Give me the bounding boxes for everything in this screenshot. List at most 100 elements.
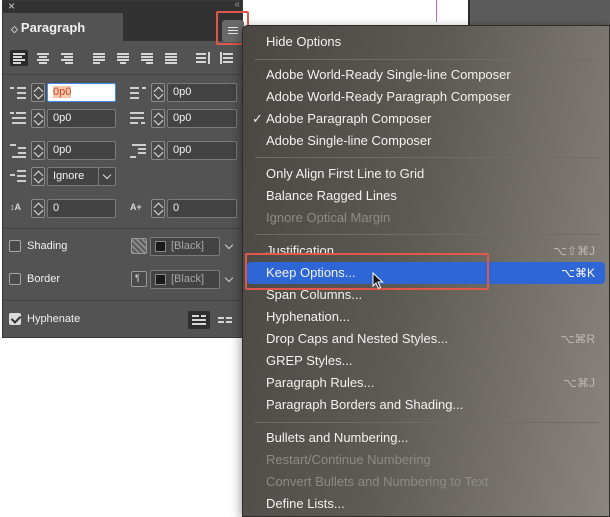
shading-color-select[interactable]: [Black] — [150, 237, 220, 256]
drop-cap-chars-stepper[interactable] — [151, 199, 165, 218]
tab-label: Paragraph — [20, 20, 86, 35]
menu-item-shortcut: ⌥⌘R — [560, 332, 596, 346]
chevron-down-icon[interactable] — [224, 242, 234, 252]
divider — [3, 300, 242, 301]
menu-item-bullets-numbering[interactable]: Bullets and Numbering... — [243, 427, 609, 449]
black-swatch — [155, 274, 166, 285]
mouse-pointer-icon — [372, 272, 384, 290]
left-indent-value: 0p0 — [53, 86, 72, 98]
align-center-icon[interactable] — [34, 50, 52, 66]
menu-item-label: Adobe Paragraph Composer — [266, 111, 432, 126]
space-after-icon — [130, 142, 148, 160]
space-before-stepper[interactable] — [31, 141, 45, 160]
border-color-select[interactable]: [Black] — [150, 270, 220, 289]
align-to-grid-stepper[interactable] — [31, 167, 45, 186]
tab-paragraph[interactable]: ◇ Paragraph — [3, 13, 123, 41]
menu-item-label: GREP Styles... — [266, 353, 353, 368]
drop-cap-lines-field[interactable]: 0 — [47, 199, 116, 218]
left-indent-stepper[interactable] — [31, 83, 45, 102]
menu-item-borders-shading[interactable]: Paragraph Borders and Shading... — [243, 394, 609, 416]
first-line-indent-icon — [10, 110, 28, 128]
shading-label: Shading — [27, 240, 68, 252]
border-checkbox[interactable] — [9, 273, 21, 285]
divider — [3, 74, 242, 75]
black-swatch — [155, 241, 166, 252]
menu-item-balance-ragged-lines[interactable]: Balance Ragged Lines — [243, 185, 609, 207]
panel-header-strip: × « — [3, 0, 242, 13]
drop-cap-chars-field[interactable]: 0 — [167, 199, 237, 218]
border-style-icon: ¶ — [131, 271, 147, 287]
close-icon[interactable]: × — [8, 0, 15, 13]
hyphenate-checkbox[interactable] — [9, 313, 21, 325]
menu-item-label: Adobe World-Ready Single-line Composer — [266, 67, 511, 82]
menu-item-label: Convert Bullets and Numbering to Text — [266, 474, 489, 489]
menu-item-label: Hyphenation... — [266, 309, 350, 324]
hyphenation-toggle-icon[interactable] — [188, 311, 210, 329]
menu-item-shortcut: ⌥⌘K — [561, 266, 595, 280]
right-indent-field[interactable]: 0p0 — [167, 83, 237, 102]
align-left-icon[interactable] — [10, 50, 28, 66]
menu-item-ignore-optical-margin: Ignore Optical Margin — [243, 207, 609, 229]
menu-item-define-lists[interactable]: Define Lists... — [243, 493, 609, 515]
drop-cap-lines-stepper[interactable] — [31, 199, 45, 218]
chevron-down-icon[interactable] — [98, 167, 116, 186]
annotation-highlight-keep-options — [245, 253, 489, 290]
menu-item-world-ready-single-line[interactable]: Adobe World-Ready Single-line Composer — [243, 64, 609, 86]
align-to-grid-select[interactable]: Ignore — [47, 167, 99, 186]
align-toward-spine-icon[interactable] — [194, 50, 212, 66]
last-line-indent-stepper[interactable] — [151, 109, 165, 128]
panel-tab-bar: ◇ Paragraph — [3, 13, 244, 42]
column-guide — [436, 0, 437, 22]
justify-center-icon[interactable] — [114, 50, 132, 66]
menu-item-drop-caps-nested-styles[interactable]: Drop Caps and Nested Styles... ⌥⌘R — [243, 328, 609, 350]
justify-left-icon[interactable] — [90, 50, 108, 66]
first-line-indent-field[interactable]: 0p0 — [47, 109, 116, 128]
space-after-stepper[interactable] — [151, 141, 165, 160]
menu-separator — [255, 422, 599, 423]
menu-item-shortcut: ⌥⌘J — [563, 376, 595, 390]
chevron-down-icon[interactable] — [224, 275, 234, 285]
left-indent-field[interactable]: 0p0 — [47, 83, 116, 102]
menu-separator — [255, 59, 599, 60]
border-color-value: [Black] — [171, 273, 205, 285]
justify-all-icon[interactable] — [162, 50, 180, 66]
menu-item-label: Only Align First Line to Grid — [266, 166, 425, 181]
menu-item-label: Balance Ragged Lines — [266, 188, 397, 203]
menu-item-paragraph-rules[interactable]: Paragraph Rules... ⌥⌘J — [243, 372, 609, 394]
menu-item-paragraph-composer[interactable]: ✓ Adobe Paragraph Composer — [243, 108, 609, 130]
menu-item-label: Adobe World-Ready Paragraph Composer — [266, 89, 511, 104]
menu-item-align-first-line-grid[interactable]: Only Align First Line to Grid — [243, 163, 609, 185]
first-line-indent-stepper[interactable] — [31, 109, 45, 128]
justify-right-icon[interactable] — [138, 50, 156, 66]
justify-all-lines-icon[interactable] — [214, 311, 236, 329]
menu-item-label: Define Lists... — [266, 496, 345, 511]
menu-item-hide-options[interactable]: Hide Options — [243, 31, 609, 53]
shading-color-value: [Black] — [171, 240, 205, 252]
align-away-spine-icon[interactable] — [218, 50, 236, 66]
space-after-field[interactable]: 0p0 — [167, 141, 237, 160]
align-to-grid-icon — [10, 168, 28, 186]
menu-item-label: Drop Caps and Nested Styles... — [266, 331, 449, 346]
menu-item-grep-styles[interactable]: GREP Styles... — [243, 350, 609, 372]
border-label: Border — [27, 273, 61, 285]
space-before-icon — [10, 142, 28, 160]
menu-item-hyphenation[interactable]: Hyphenation... — [243, 306, 609, 328]
drop-cap-lines-icon: ↕A — [10, 202, 21, 212]
hyphenate-label: Hyphenate — [27, 313, 81, 325]
collapse-icon[interactable]: « — [234, 0, 239, 10]
last-line-indent-field[interactable]: 0p0 — [167, 109, 237, 128]
shading-swatch-icon — [131, 238, 147, 254]
last-line-indent-icon — [130, 110, 148, 128]
drop-cap-chars-icon: A+ — [130, 202, 142, 212]
right-indent-stepper[interactable] — [151, 83, 165, 102]
space-before-field[interactable]: 0p0 — [47, 141, 116, 160]
menu-item-single-line-composer[interactable]: Adobe Single-line Composer — [243, 130, 609, 152]
menu-item-label: Restart/Continue Numbering — [266, 452, 431, 467]
pasteboard — [470, 0, 610, 28]
shading-checkbox[interactable] — [9, 240, 21, 252]
checkmark-icon: ✓ — [252, 111, 263, 126]
divider — [3, 228, 242, 229]
align-right-icon[interactable] — [58, 50, 76, 66]
menu-item-world-ready-paragraph[interactable]: Adobe World-Ready Paragraph Composer — [243, 86, 609, 108]
menu-item-label: Paragraph Borders and Shading... — [266, 397, 464, 412]
